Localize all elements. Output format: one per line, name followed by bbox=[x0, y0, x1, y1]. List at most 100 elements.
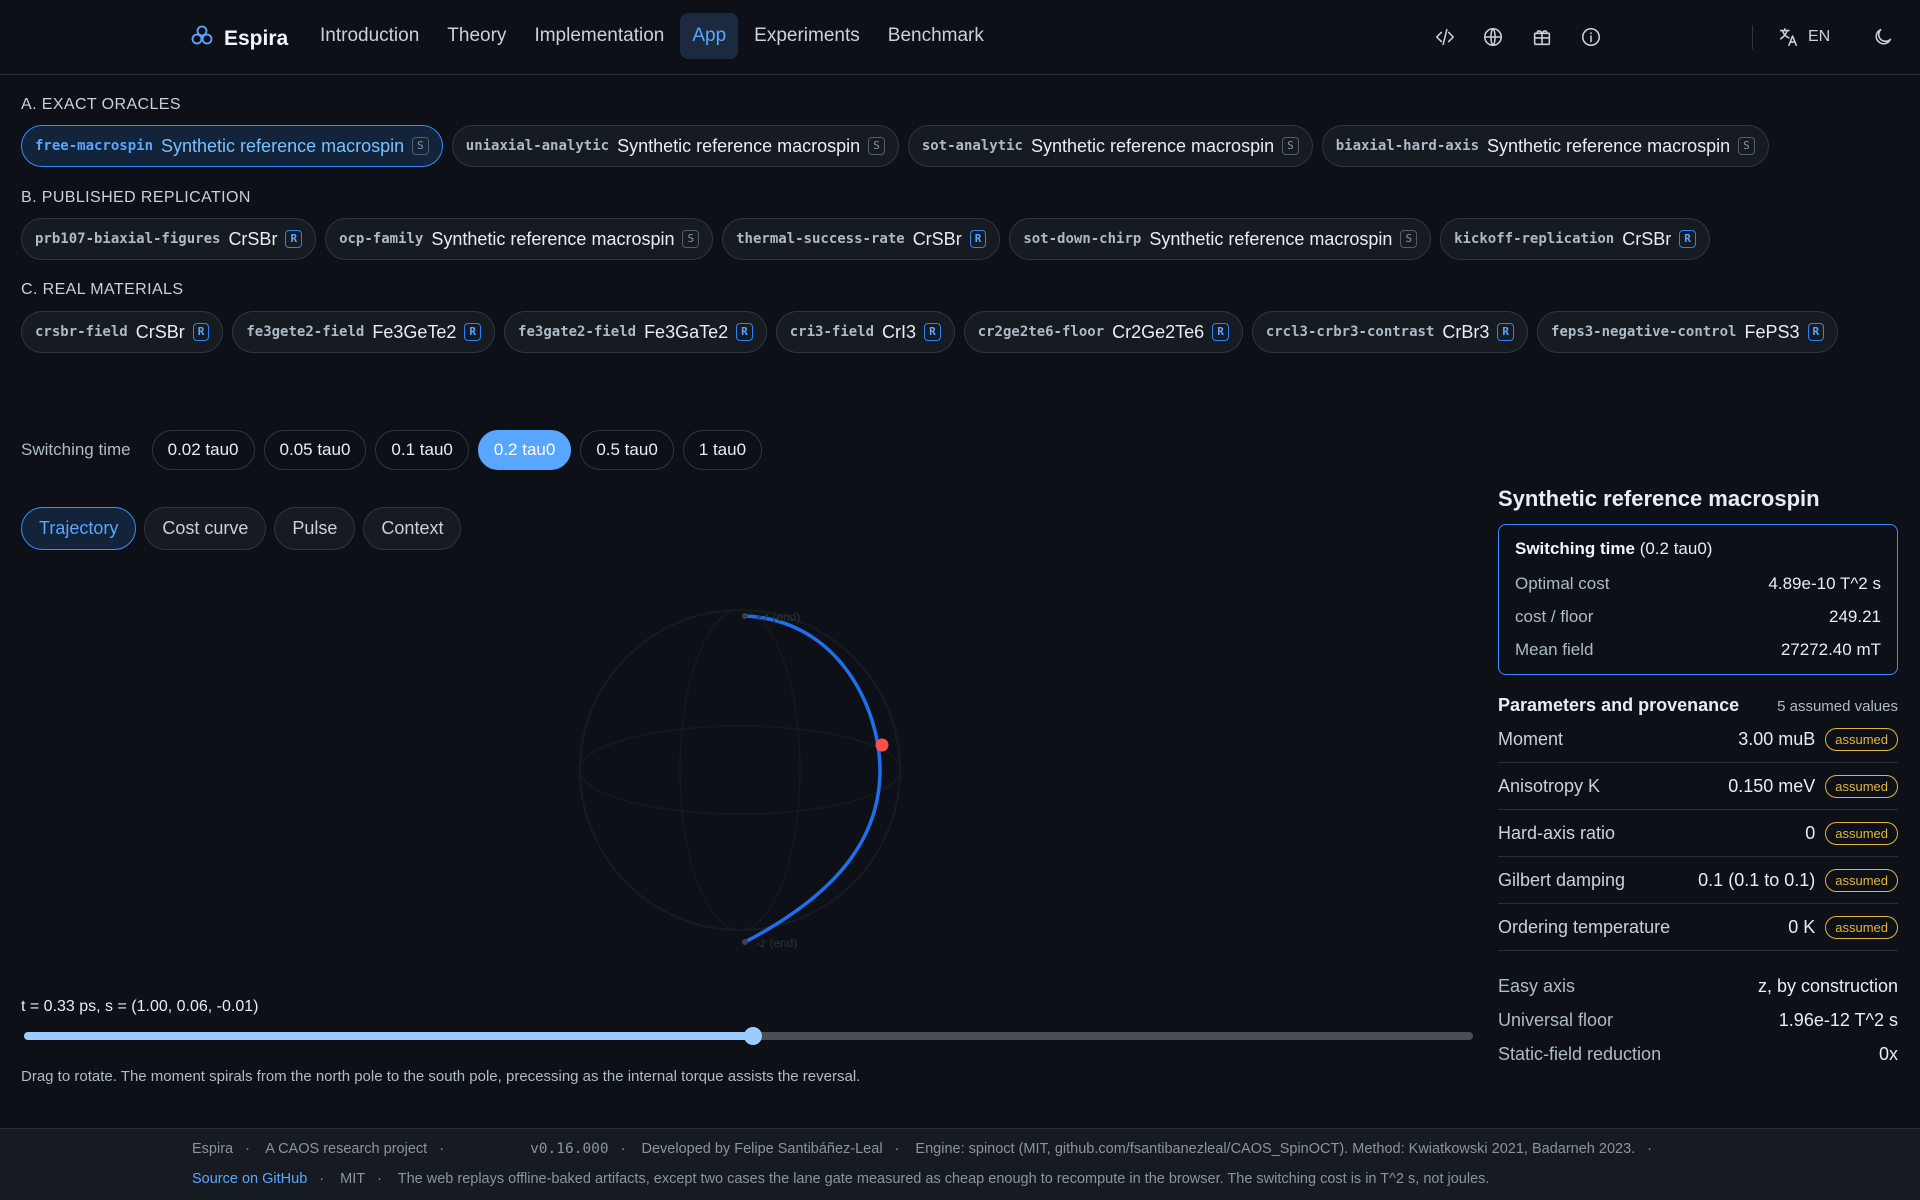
switching-option[interactable]: 0.1 tau0 bbox=[375, 430, 469, 470]
case-chip-fe3gate2-field[interactable]: fe3gate2-field Fe3GaTe2 R bbox=[504, 311, 767, 353]
chip-tag: S bbox=[868, 137, 885, 155]
switching-option[interactable]: 0.02 tau0 bbox=[151, 430, 255, 470]
params-count: 5 assumed values bbox=[1777, 698, 1898, 715]
case-chip-feps3-negative-control[interactable]: feps3-negative-control FePS3 R bbox=[1537, 311, 1839, 353]
language-label[interactable]: EN bbox=[1808, 28, 1830, 46]
chip-tag: S bbox=[1400, 230, 1418, 248]
translate-icon[interactable] bbox=[1773, 22, 1803, 52]
param-value: 0 bbox=[1805, 822, 1816, 843]
summary-key: cost / floor bbox=[1515, 606, 1594, 626]
param-name: Gilbert damping bbox=[1498, 869, 1626, 890]
chip-id: cri3-field bbox=[789, 324, 875, 340]
chip-name: CrBr3 bbox=[1442, 321, 1490, 342]
end-label: -z (end) bbox=[756, 936, 797, 950]
summary-key: Mean field bbox=[1515, 639, 1594, 659]
chip-row-exact: free-macrospin Synthetic reference macros… bbox=[21, 125, 1901, 167]
section-heading-real: C. REAL MATERIALS bbox=[21, 281, 184, 298]
summary-rows: Optimal cost 4.89e-10 T^2 s cost / floor 24… bbox=[1515, 567, 1881, 666]
code-icon[interactable] bbox=[1430, 22, 1460, 52]
footer-developer: Developed by Felipe Santibáñez-Leal bbox=[641, 1141, 883, 1157]
time-readout: t = 0.33 ps, s = (1.00, 0.06, -0.01) bbox=[21, 998, 259, 1015]
param-name: Anisotropy K bbox=[1498, 775, 1601, 796]
footer-brand: Espira bbox=[192, 1141, 234, 1157]
case-chip-fe3gete2-field[interactable]: fe3gete2-field Fe3GeTe2 R bbox=[232, 311, 496, 353]
summary-row: Optimal cost 4.89e-10 T^2 s bbox=[1515, 567, 1881, 600]
panel-title: Synthetic reference macrospin bbox=[1498, 486, 1820, 511]
chip-name: CrSBr bbox=[228, 228, 278, 249]
param-row: Anisotropy K 0.150 meV assumed bbox=[1498, 763, 1898, 810]
footer-engine: Engine: spinoct (MIT, github.com/fsantib… bbox=[915, 1141, 1636, 1157]
switching-option[interactable]: 0.05 tau0 bbox=[263, 430, 367, 470]
chip-tag: S bbox=[1738, 137, 1755, 155]
chip-name: Synthetic reference macrospin bbox=[431, 228, 675, 249]
chip-tag: S bbox=[682, 230, 700, 248]
case-chip-ocp-family[interactable]: ocp-family Synthetic reference macrospin S bbox=[325, 218, 714, 260]
case-chip-cr2ge2te6-floor[interactable]: cr2ge2te6-floor Cr2Ge2Te6 R bbox=[963, 311, 1243, 353]
tab-pulse[interactable]: Pulse bbox=[274, 507, 356, 550]
chip-tag: S bbox=[412, 137, 429, 155]
params-title: Parameters and provenance bbox=[1498, 695, 1740, 715]
nav-tools: EN bbox=[1380, 22, 1920, 54]
case-chip-prb107-biaxial-figures[interactable]: prb107-biaxial-figures CrSBr R bbox=[21, 218, 317, 260]
summary-value: 27272.40 mT bbox=[1780, 639, 1881, 659]
bloch-sphere[interactable]: +z (end) -z (end) bbox=[440, 560, 1000, 980]
time-slider[interactable] bbox=[24, 1027, 1473, 1045]
case-chip-thermal-success-rate[interactable]: thermal-success-rate CrSBr R bbox=[722, 218, 1001, 260]
start-label: +z (end) bbox=[756, 610, 800, 624]
chip-name: Synthetic reference macrospin bbox=[1030, 135, 1275, 156]
param-name: Ordering temperature bbox=[1498, 916, 1671, 937]
slider-thumb[interactable] bbox=[743, 1027, 762, 1045]
summary-row: cost / floor 249.21 bbox=[1515, 600, 1881, 633]
chip-id: prb107-biaxial-figures bbox=[35, 231, 221, 247]
fact-value: 0x bbox=[1878, 1043, 1898, 1064]
params-table: Moment 3.00 muB assumed Anisotropy K 0.150 m… bbox=[1498, 716, 1898, 951]
nav-link-experiments[interactable]: Experiments bbox=[742, 13, 872, 59]
nav-link-theory[interactable]: Theory bbox=[435, 13, 518, 59]
case-chip-uniaxial-analytic[interactable]: uniaxial-analytic Synthetic reference mac… bbox=[451, 125, 899, 167]
nav-link-introduction[interactable]: Introduction bbox=[308, 13, 431, 59]
moon-icon[interactable] bbox=[1868, 22, 1898, 52]
github-link[interactable]: Source on GitHub bbox=[192, 1171, 307, 1187]
sphere-equator bbox=[579, 725, 901, 815]
chip-id: uniaxial-analytic bbox=[465, 138, 610, 154]
info-icon[interactable] bbox=[1576, 22, 1606, 52]
fact-value: 1.96e-12 T^2 s bbox=[1778, 1009, 1898, 1030]
case-chip-cri3-field[interactable]: cri3-field CrI3 R bbox=[775, 311, 955, 353]
case-chip-crsbr-field[interactable]: crsbr-field CrSBr R bbox=[21, 311, 224, 353]
brand-name: Espira bbox=[224, 26, 289, 50]
case-chip-sot-down-chirp[interactable]: sot-down-chirp Synthetic reference macros… bbox=[1009, 218, 1432, 260]
summary-value: 4.89e-10 T^2 s bbox=[1768, 573, 1881, 593]
switching-option[interactable]: 0.5 tau0 bbox=[580, 430, 674, 470]
case-chip-kickoff-replication[interactable]: kickoff-replication CrSBr R bbox=[1440, 218, 1710, 260]
fact-row: Easy axis z, by construction bbox=[1498, 969, 1898, 1003]
case-chip-biaxial-hard-axis[interactable]: biaxial-hard-axis Synthetic reference mac… bbox=[1321, 125, 1769, 167]
case-chip-crcl3-crbr3-contrast[interactable]: crcl3-crbr3-contrast CrBr3 R bbox=[1251, 311, 1529, 353]
gift-icon[interactable] bbox=[1527, 22, 1557, 52]
case-chip-free-macrospin[interactable]: free-macrospin Synthetic reference macros… bbox=[21, 125, 443, 167]
nav-link-benchmark[interactable]: Benchmark bbox=[876, 13, 996, 59]
param-name: Hard-axis ratio bbox=[1498, 822, 1616, 843]
tab-cost-curve[interactable]: Cost curve bbox=[144, 507, 267, 550]
param-value: 0 K bbox=[1788, 916, 1816, 937]
brand[interactable]: Espira bbox=[190, 24, 288, 53]
tab-trajectory[interactable]: Trajectory bbox=[21, 507, 137, 550]
nav-link-app[interactable]: App bbox=[680, 13, 739, 59]
globe-icon[interactable] bbox=[1478, 22, 1508, 52]
fact-row: Universal floor 1.96e-12 T^2 s bbox=[1498, 1003, 1898, 1037]
param-value: 0.1 (0.1 to 0.1) bbox=[1698, 869, 1816, 890]
switching-option[interactable]: 1 tau0 bbox=[682, 430, 763, 470]
chip-id: free-macrospin bbox=[35, 138, 154, 154]
top-navigation: Espira Introduction Theory Implementation A… bbox=[0, 0, 1920, 75]
switching-option[interactable]: 0.2 tau0 bbox=[477, 430, 572, 470]
chip-id: fe3gate2-field bbox=[518, 324, 637, 340]
tab-context[interactable]: Context bbox=[363, 507, 462, 550]
summary-row: Mean field 27272.40 mT bbox=[1515, 633, 1881, 666]
nav-link-implementation[interactable]: Implementation bbox=[522, 13, 676, 59]
footer-line-2: Source on GitHub · MIT · The web replays o… bbox=[192, 1171, 1490, 1187]
summary-key: Optimal cost bbox=[1515, 573, 1610, 593]
case-chip-sot-analytic[interactable]: sot-analytic Synthetic reference macrospi… bbox=[907, 125, 1313, 167]
chip-id: sot-analytic bbox=[921, 138, 1023, 154]
toolbar-divider bbox=[1752, 25, 1753, 49]
chip-tag: R bbox=[924, 323, 941, 341]
chip-id: sot-down-chirp bbox=[1023, 231, 1142, 247]
